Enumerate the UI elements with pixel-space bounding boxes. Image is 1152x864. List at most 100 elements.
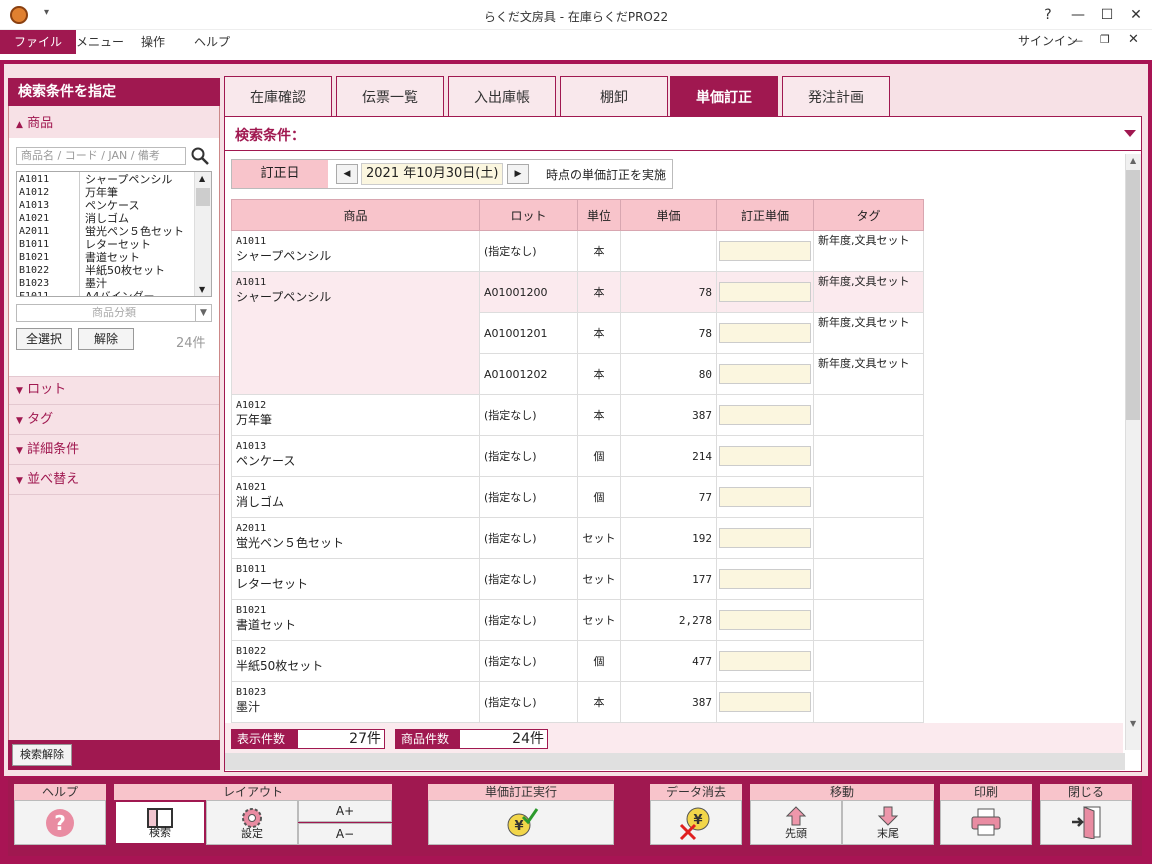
close-group-label: 閉じる bbox=[1040, 784, 1132, 800]
corrected-price-cell bbox=[716, 312, 814, 354]
table-row[interactable]: A2011 蛍光ペン５色セット (指定なし) セット 192 bbox=[231, 517, 924, 559]
corrected-price-input[interactable] bbox=[719, 405, 811, 425]
delete-data-button[interactable]: ¥ bbox=[650, 800, 742, 845]
corrected-price-input[interactable] bbox=[719, 364, 811, 384]
correction-date-input[interactable]: 2021 年10月30日(土) bbox=[361, 163, 503, 185]
table-row[interactable]: A1021 消しゴム (指定なし) 個 77 bbox=[231, 476, 924, 518]
table-scroll-thumb[interactable] bbox=[1126, 170, 1140, 420]
lot-section-toggle[interactable]: ▼ ロット bbox=[16, 380, 66, 400]
corrected-price-input[interactable] bbox=[719, 282, 811, 302]
product-cell: A2011 蛍光ペン５色セット bbox=[231, 517, 480, 559]
close-button[interactable] bbox=[1040, 800, 1132, 845]
product-name: シャープペンシル bbox=[236, 290, 332, 304]
column-header[interactable]: タグ bbox=[813, 199, 924, 231]
ribbon-restore-button[interactable]: ❐ bbox=[1100, 33, 1110, 46]
help-icon[interactable]: ? bbox=[1038, 6, 1058, 24]
corrected-price-input[interactable] bbox=[719, 487, 811, 507]
sort-section-toggle[interactable]: ▼ 並べ替え bbox=[16, 470, 79, 490]
prev-date-button[interactable]: ◀ bbox=[336, 164, 358, 184]
product-list[interactable]: A1011 シャープペンシル A1012 万年筆 A1013 ペンケース A1021 消しゴム… bbox=[16, 171, 212, 297]
clear-search-button[interactable]: 検索解除 bbox=[12, 744, 72, 766]
deselect-button[interactable]: 解除 bbox=[78, 328, 134, 350]
column-header[interactable]: ロット bbox=[479, 199, 578, 231]
last-button[interactable]: 末尾 bbox=[842, 800, 934, 845]
scroll-down-icon[interactable]: ▼ bbox=[199, 285, 205, 294]
close-window-button[interactable]: ✕ bbox=[1126, 6, 1146, 24]
product-cell: B1011 レターセット bbox=[231, 558, 480, 600]
tab-3[interactable]: 棚卸 bbox=[560, 76, 668, 117]
corrected-price-input[interactable] bbox=[719, 241, 811, 261]
font-decrease-button[interactable]: A− bbox=[298, 823, 392, 845]
column-header[interactable]: 商品 bbox=[231, 199, 480, 231]
tag-section-label: タグ bbox=[27, 412, 54, 427]
minimize-button[interactable]: — bbox=[1068, 6, 1088, 24]
first-button[interactable]: 先頭 bbox=[750, 800, 842, 845]
help-button[interactable]: ? bbox=[14, 800, 106, 845]
corrected-price-input[interactable] bbox=[719, 323, 811, 343]
product-search-input[interactable]: 商品名 / コード / JAN / 備考 bbox=[16, 147, 186, 165]
corrected-price-input[interactable] bbox=[719, 569, 811, 589]
product-list-scrollbar[interactable]: ▲ ▼ bbox=[194, 172, 211, 296]
tag-section-toggle[interactable]: ▼ タグ bbox=[16, 410, 53, 430]
corrected-price-input[interactable] bbox=[719, 528, 811, 548]
yen-check-icon: ¥ bbox=[507, 808, 539, 837]
select-all-button[interactable]: 全選択 bbox=[16, 328, 72, 350]
tag-cell: 新年度,文具セット bbox=[813, 271, 924, 313]
tab-2[interactable]: 入出庫帳 bbox=[448, 76, 556, 117]
column-header[interactable]: 単位 bbox=[577, 199, 621, 231]
column-header[interactable]: 単価 bbox=[620, 199, 717, 231]
next-date-button[interactable]: ▶ bbox=[507, 164, 529, 184]
scroll-down-icon[interactable]: ▼ bbox=[1130, 719, 1136, 728]
corrected-price-input[interactable] bbox=[719, 692, 811, 712]
product-code: A1013 bbox=[236, 441, 267, 452]
menu-help[interactable]: ヘルプ bbox=[180, 30, 244, 54]
chevron-down-icon[interactable]: ▼ bbox=[195, 305, 211, 321]
arrow-down-icon bbox=[877, 806, 899, 826]
scroll-up-icon[interactable]: ▲ bbox=[1130, 156, 1136, 165]
corrected-price-cell bbox=[716, 435, 814, 477]
print-button[interactable] bbox=[940, 800, 1032, 845]
price-cell: 80 bbox=[620, 353, 717, 395]
corrected-price-cell bbox=[716, 517, 814, 559]
table-row[interactable]: B1021 書道セット (指定なし) セット 2,278 bbox=[231, 599, 924, 641]
table-row[interactable]: A1011 シャープペンシル (指定なし) 本 新年度,文具セット bbox=[231, 230, 924, 272]
product-code: B1022 bbox=[236, 646, 267, 657]
search-icon[interactable] bbox=[190, 146, 210, 166]
execute-price-correction-button[interactable]: ¥ bbox=[428, 800, 614, 845]
scroll-thumb[interactable] bbox=[196, 188, 210, 206]
scroll-up-icon[interactable]: ▲ bbox=[199, 174, 205, 183]
divider bbox=[9, 494, 219, 495]
table-row[interactable]: A1011 シャープペンシル A01001200 本 78 新年度,文具セット bbox=[231, 271, 924, 395]
corrected-price-input[interactable] bbox=[719, 610, 811, 630]
lot-cell: (指定なし) bbox=[479, 476, 578, 518]
corrected-price-input[interactable] bbox=[719, 651, 811, 671]
product-code: A1012 bbox=[19, 187, 50, 198]
condition-bar[interactable] bbox=[225, 117, 1141, 151]
column-header[interactable]: 訂正単価 bbox=[716, 199, 814, 231]
expand-condition-icon[interactable] bbox=[1124, 130, 1136, 137]
settings-button[interactable]: 設定 bbox=[206, 800, 298, 845]
table-row[interactable]: A1013 ペンケース (指定なし) 個 214 bbox=[231, 435, 924, 477]
maximize-button[interactable]: ☐ bbox=[1097, 6, 1117, 24]
font-increase-button[interactable]: A+ bbox=[298, 800, 392, 822]
table-row[interactable]: B1023 墨汁 (指定なし) 本 387 bbox=[231, 681, 924, 723]
table-row[interactable]: A1012 万年筆 (指定なし) 本 387 bbox=[231, 394, 924, 436]
corrected-price-input[interactable] bbox=[719, 446, 811, 466]
product-name: 蛍光ペン５色セット bbox=[236, 536, 345, 550]
table-row[interactable]: B1022 半紙50枚セット (指定なし) 個 477 bbox=[231, 640, 924, 682]
tab-0[interactable]: 在庫確認 bbox=[224, 76, 332, 117]
signin-link[interactable]: サインイン bbox=[1018, 32, 1078, 49]
search-layout-button[interactable]: 検索 bbox=[114, 800, 206, 845]
ribbon-minimize-button[interactable]: — bbox=[1072, 34, 1083, 47]
tab-5[interactable]: 発注計画 bbox=[782, 76, 890, 117]
detail-section-toggle[interactable]: ▼ 詳細条件 bbox=[16, 440, 79, 460]
category-select[interactable]: 商品分類 ▼ bbox=[16, 304, 212, 322]
tab-4[interactable]: 単価訂正 bbox=[670, 76, 778, 117]
document-close-button[interactable]: ✕ bbox=[1128, 32, 1139, 47]
product-section-toggle[interactable]: ▲ 商品 bbox=[16, 114, 53, 134]
tab-1[interactable]: 伝票一覧 bbox=[336, 76, 444, 117]
horizontal-scrollbar[interactable] bbox=[225, 753, 1125, 770]
menu-operate[interactable]: 操作 bbox=[127, 30, 179, 54]
table-row[interactable]: B1011 レターセット (指定なし) セット 177 bbox=[231, 558, 924, 600]
corrected-price-cell bbox=[716, 271, 814, 313]
